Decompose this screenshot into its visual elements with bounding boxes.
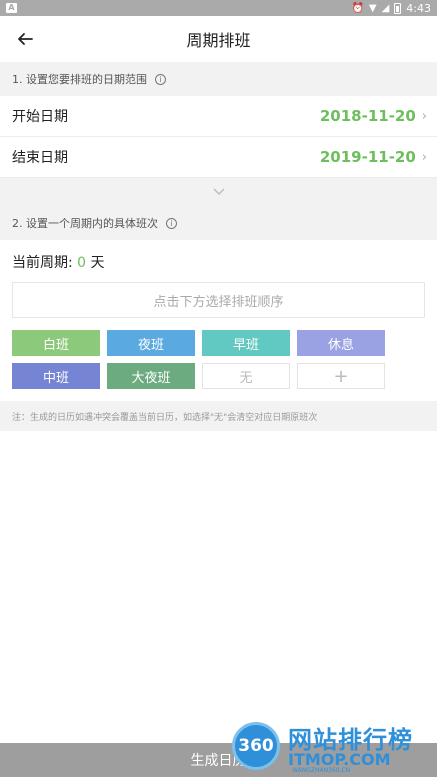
page-title: 周期排班: [186, 31, 251, 50]
wifi-icon: ▼: [368, 2, 377, 14]
order-placeholder: 点击下方选择排班顺序: [153, 294, 284, 310]
back-button[interactable]: [10, 24, 40, 54]
end-date-row[interactable]: 结束日期 2019-11-20 ›: [0, 137, 437, 178]
end-date-value: 2019-11-20: [319, 148, 416, 166]
section-heading-text: 2. 设置一个周期内的具体班次: [12, 217, 158, 230]
section-heading-text: 1. 设置您要排班的日期范围: [12, 73, 147, 86]
alarm-icon: ⏰: [351, 2, 364, 14]
info-icon[interactable]: i: [166, 217, 177, 229]
info-icon[interactable]: i: [155, 73, 166, 85]
shift-button-late-night[interactable]: 大夜班: [107, 363, 195, 389]
cycle-days: 0: [77, 255, 87, 271]
shift-button-middle[interactable]: 中班: [12, 363, 100, 389]
start-date-label: 开始日期: [12, 109, 68, 125]
shift-button-none[interactable]: 无: [202, 363, 290, 389]
section-shifts-heading: 2. 设置一个周期内的具体班次 i: [0, 206, 437, 240]
signal-icon: ◢: [381, 2, 390, 14]
shift-order-box[interactable]: 点击下方选择排班顺序: [12, 282, 425, 318]
chevron-down-icon: [213, 188, 224, 195]
title-bar: 周期排班: [0, 16, 437, 62]
shift-button-day[interactable]: 白班: [12, 330, 100, 356]
conflict-note: 注：生成的日历如遇冲突会覆盖当前日历，如选择"无"会清空对应日期原班次: [0, 401, 437, 431]
start-date-row[interactable]: 开始日期 2018-11-20 ›: [0, 96, 437, 137]
start-date-value: 2018-11-20: [319, 107, 416, 125]
notification-icon: A: [6, 3, 17, 13]
status-bar: A ⏰ ▼ ◢ 4:43: [0, 0, 437, 16]
expand-toggle[interactable]: [0, 178, 437, 206]
chevron-right-icon: ›: [421, 108, 427, 124]
cycle-unit: 天: [86, 255, 105, 271]
cycle-label: 当前周期:: [12, 255, 78, 271]
section-date-range-heading: 1. 设置您要排班的日期范围 i: [0, 62, 437, 96]
shift-button-morning[interactable]: 早班: [202, 330, 290, 356]
arrow-left-icon: [18, 33, 33, 45]
add-shift-button[interactable]: +: [297, 363, 385, 389]
chevron-right-icon: ›: [421, 149, 427, 165]
shift-button-night[interactable]: 夜班: [107, 330, 195, 356]
generate-calendar-button[interactable]: 生成日历: [0, 743, 437, 777]
end-date-label: 结束日期: [12, 150, 68, 166]
current-cycle: 当前周期: 0 天: [12, 252, 425, 272]
status-icons: ⏰ ▼ ◢ 4:43: [351, 2, 431, 15]
cycle-area: 当前周期: 0 天 点击下方选择排班顺序: [0, 240, 437, 318]
shift-grid: 白班 夜班 早班 休息 中班 大夜班 无 +: [0, 318, 437, 401]
status-time: 4:43: [406, 1, 431, 15]
battery-icon: [394, 2, 402, 14]
shift-button-rest[interactable]: 休息: [297, 330, 385, 356]
